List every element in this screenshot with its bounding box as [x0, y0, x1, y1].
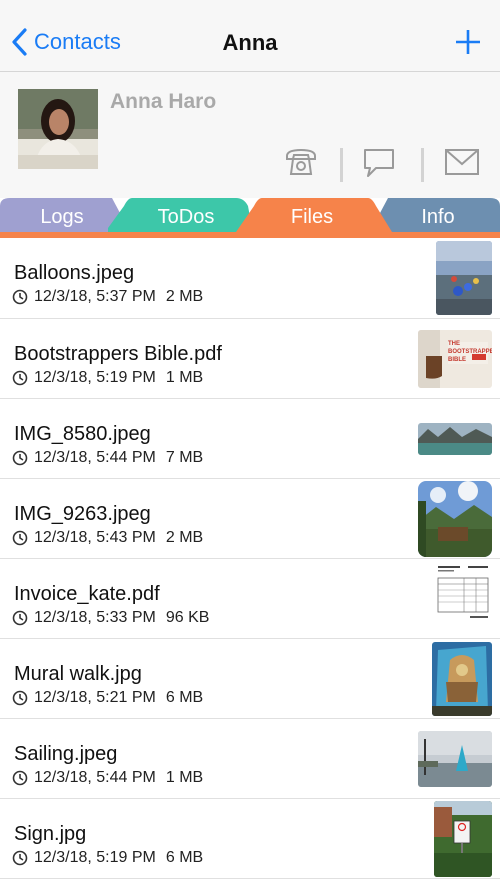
list-item[interactable]: Invoice_kate.pdf 12/3/18, 5:33 PM 96 KB: [0, 559, 500, 639]
mail-icon[interactable]: [444, 144, 480, 180]
navigation-bar: Contacts Anna: [0, 0, 500, 72]
file-name: Sailing.jpeg: [14, 743, 118, 765]
action-divider: [340, 148, 343, 182]
sign-thumbnail: [434, 801, 492, 877]
plus-icon[interactable]: [454, 28, 482, 56]
file-meta: 12/3/18, 5:44 PM 7 MB: [12, 449, 203, 467]
file-name: Mural walk.jpg: [14, 663, 142, 685]
clock-icon: [12, 770, 28, 786]
contact-header: Anna Haro: [0, 72, 500, 198]
file-date: 12/3/18, 5:44 PM: [34, 449, 156, 466]
file-date: 12/3/18, 5:33 PM: [34, 609, 156, 626]
list-item[interactable]: Sailing.jpeg 12/3/18, 5:44 PM 1 MB: [0, 719, 500, 799]
clock-icon: [12, 530, 28, 546]
file-size: 96 KB: [165, 609, 210, 626]
file-meta: 12/3/18, 5:21 PM 6 MB: [12, 689, 203, 707]
clock-icon: [12, 289, 28, 305]
sailing-thumbnail: [418, 731, 492, 787]
book-cover-thumbnail: THE BOOTSTRAPPER'S BIBLE: [418, 330, 492, 388]
phone-icon[interactable]: [284, 144, 318, 180]
list-item[interactable]: Balloons.jpeg 12/3/18, 5:37 PM 2 MB: [0, 238, 500, 319]
file-date: 12/3/18, 5:21 PM: [34, 689, 156, 706]
mural-thumbnail: [432, 642, 492, 716]
file-meta: 12/3/18, 5:44 PM 1 MB: [12, 769, 203, 787]
mountain-patio-thumbnail: [418, 481, 492, 557]
back-button-label: Contacts: [34, 29, 121, 54]
file-list: Balloons.jpeg 12/3/18, 5:37 PM 2 MB Boot…: [0, 238, 500, 879]
clock-icon: [12, 690, 28, 706]
file-meta: 12/3/18, 5:43 PM 2 MB: [12, 529, 203, 547]
file-date: 12/3/18, 5:19 PM: [34, 849, 156, 866]
list-item[interactable]: Sign.jpg 12/3/18, 5:19 PM 6 MB: [0, 799, 500, 879]
book-cover-text: THE BOOTSTRAPPER'S BIBLE: [448, 341, 492, 363]
file-size: 1 MB: [165, 369, 204, 386]
back-button[interactable]: Contacts: [10, 22, 121, 62]
segment-tabs: Logs ToDos Files Info: [0, 198, 500, 238]
file-size: 2 MB: [165, 529, 204, 546]
file-name: Invoice_kate.pdf: [14, 583, 160, 605]
chevron-left-icon: [12, 28, 27, 56]
file-date: 12/3/18, 5:44 PM: [34, 769, 156, 786]
list-item[interactable]: IMG_9263.jpeg 12/3/18, 5:43 PM 2 MB: [0, 479, 500, 559]
file-meta: 12/3/18, 5:37 PM 2 MB: [12, 288, 203, 306]
lake-thumbnail: [418, 423, 492, 455]
tab-logs[interactable]: Logs: [12, 206, 112, 229]
file-meta: 12/3/18, 5:19 PM 6 MB: [12, 849, 203, 867]
file-date: 12/3/18, 5:19 PM: [34, 369, 156, 386]
file-name: Balloons.jpeg: [14, 262, 135, 284]
file-size: 6 MB: [165, 689, 204, 706]
file-name: Sign.jpg: [14, 823, 87, 845]
invoice-thumbnail: [434, 562, 492, 636]
contact-name: Anna Haro: [110, 90, 217, 113]
file-date: 12/3/18, 5:43 PM: [34, 529, 156, 546]
file-meta: 12/3/18, 5:19 PM 1 MB: [12, 369, 203, 387]
tab-files[interactable]: Files: [262, 206, 362, 229]
clock-icon: [12, 370, 28, 386]
list-item[interactable]: Bootstrappers Bible.pdf 12/3/18, 5:19 PM…: [0, 319, 500, 399]
clock-icon: [12, 850, 28, 866]
tab-info[interactable]: Info: [388, 206, 488, 229]
file-size: 1 MB: [165, 769, 204, 786]
avatar[interactable]: [18, 89, 98, 169]
message-icon[interactable]: [362, 144, 396, 180]
file-date: 12/3/18, 5:37 PM: [34, 288, 156, 305]
file-meta: 12/3/18, 5:33 PM 96 KB: [12, 609, 209, 627]
file-name: IMG_8580.jpeg: [14, 423, 151, 445]
tab-todos[interactable]: ToDos: [136, 206, 236, 229]
file-size: 2 MB: [165, 288, 204, 305]
clock-icon: [12, 450, 28, 466]
list-item[interactable]: IMG_8580.jpeg 12/3/18, 5:44 PM 7 MB: [0, 399, 500, 479]
file-name: Bootstrappers Bible.pdf: [14, 343, 222, 365]
clock-icon: [12, 610, 28, 626]
action-divider: [421, 148, 424, 182]
file-size: 7 MB: [165, 449, 204, 466]
file-size: 6 MB: [165, 849, 204, 866]
balloons-thumbnail: [436, 241, 492, 315]
list-item[interactable]: Mural walk.jpg 12/3/18, 5:21 PM 6 MB: [0, 639, 500, 719]
file-name: IMG_9263.jpeg: [14, 503, 151, 525]
